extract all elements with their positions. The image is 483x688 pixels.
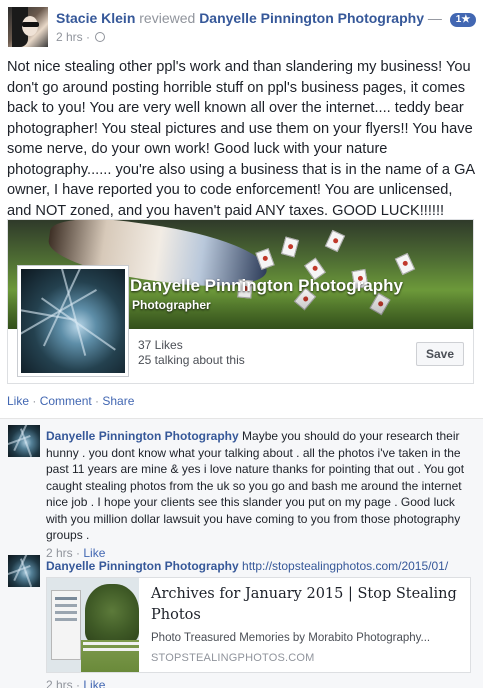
reviewer-avatar[interactable] [8, 7, 48, 47]
comment-url-link[interactable]: http://stopstealingphotos.com/2015/01/ [242, 559, 448, 573]
link-preview-title[interactable]: Archives for January 2015 | Stop Stealin… [151, 584, 466, 626]
actions-sep: · [29, 394, 40, 408]
post-header: Stacie Klein reviewed Danyelle Pinningto… [56, 9, 477, 27]
reviewed-verb: reviewed [139, 10, 196, 26]
meta-dot: · [86, 30, 91, 44]
page-talking-count: 25 talking about this [138, 353, 245, 367]
comment-body: Danyelle Pinnington Photography http://s… [46, 558, 478, 575]
comment: Danyelle Pinnington Photography Maybe yo… [8, 421, 478, 560]
link-preview-card[interactable]: Archives for January 2015 | Stop Stealin… [46, 577, 471, 673]
meta-dot: · [76, 678, 81, 688]
page-card-stats: 37 Likes 25 talking about this [138, 338, 245, 368]
actions-sep: · [91, 394, 103, 408]
comment-meta: 2 hrs · Like [46, 678, 105, 688]
like-link[interactable]: Like [7, 394, 29, 408]
header-dash: — [427, 10, 442, 26]
comment-text: Maybe you should do your research their … [46, 429, 465, 542]
post-meta: 2 hrs · [56, 30, 106, 44]
rating-badge: 1★ [449, 13, 477, 27]
comment-body: Danyelle Pinnington Photography Maybe yo… [46, 428, 478, 561]
comment: Danyelle Pinnington Photography http://s… [8, 551, 478, 688]
comment-author-link[interactable]: Danyelle Pinnington Photography [46, 559, 239, 573]
page-card-category: Photographer [132, 298, 211, 312]
comment-timestamp[interactable]: 2 hrs [46, 678, 73, 688]
comments-section: Danyelle Pinnington Photography Maybe yo… [0, 418, 483, 688]
page-card-title[interactable]: Danyelle Pinnington Photography [130, 276, 403, 296]
globe-icon [95, 32, 106, 42]
save-button[interactable]: Save [416, 342, 464, 366]
post-timestamp[interactable]: 2 hrs [56, 30, 83, 44]
commenter-avatar[interactable] [8, 425, 40, 457]
comment-link[interactable]: Comment [40, 394, 92, 408]
post-actions: Like · Comment · Share [7, 394, 134, 408]
reviewer-name-link[interactable]: Stacie Klein [56, 10, 135, 26]
link-preview-image [47, 578, 139, 672]
page-likes-count: 37 Likes [138, 338, 183, 352]
link-preview-description: Photo Treasured Memories by Morabito Pho… [151, 632, 431, 644]
page-card[interactable]: Danyelle Pinnington Photography Photogra… [7, 219, 474, 384]
comment-author-link[interactable]: Danyelle Pinnington Photography [46, 429, 239, 443]
commenter-avatar[interactable] [8, 555, 40, 587]
reviewed-page-link[interactable]: Danyelle Pinnington Photography [199, 10, 424, 26]
review-post: Stacie Klein reviewed Danyelle Pinningto… [0, 0, 483, 418]
share-link[interactable]: Share [102, 394, 134, 408]
review-text: Not nice stealing other ppl's work and t… [7, 59, 475, 219]
comment-like-link[interactable]: Like [83, 678, 105, 688]
link-preview-domain: STOPSTEALINGPHOTOS.COM [151, 652, 315, 664]
page-profile-picture[interactable] [18, 266, 128, 376]
